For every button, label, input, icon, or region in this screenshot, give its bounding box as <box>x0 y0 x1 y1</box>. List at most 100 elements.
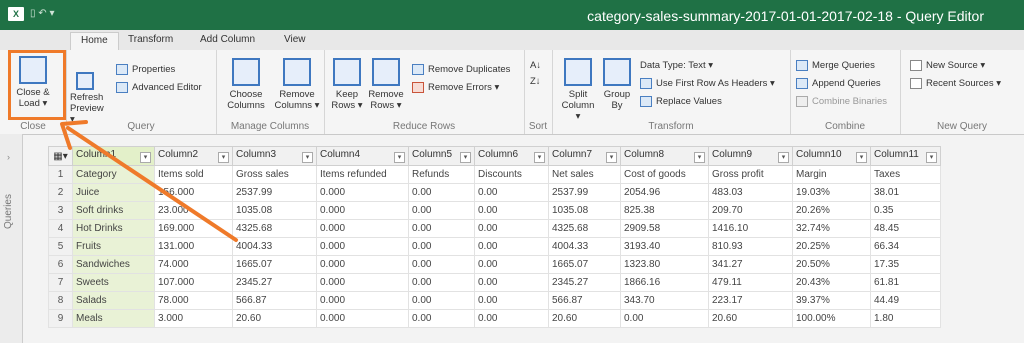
table-cell[interactable]: 4004.33 <box>232 237 317 256</box>
column-filter-dropdown-icon[interactable]: ▾ <box>394 152 405 163</box>
column-filter-dropdown-icon[interactable]: ▾ <box>534 152 545 163</box>
row-number[interactable]: 1 <box>48 165 73 184</box>
tab-home[interactable]: Home <box>70 32 119 50</box>
table-cell[interactable]: Sweets <box>72 273 155 292</box>
append-queries-button[interactable]: Append Queries <box>796 78 881 89</box>
table-cell[interactable]: 20.50% <box>792 255 871 274</box>
table-cell[interactable]: Sandwiches <box>72 255 155 274</box>
tab-transform[interactable]: Transform <box>128 34 173 45</box>
table-cell[interactable]: 66.34 <box>870 237 941 256</box>
table-cell[interactable]: 17.35 <box>870 255 941 274</box>
table-cell[interactable]: 566.87 <box>548 291 621 310</box>
table-cell[interactable]: 0.00 <box>408 183 475 202</box>
table-cell[interactable]: 0.00 <box>474 309 549 328</box>
table-cell[interactable]: 566.87 <box>232 291 317 310</box>
queries-pane[interactable]: › Queries <box>0 134 23 343</box>
table-cell[interactable]: 107.000 <box>154 273 233 292</box>
column-header[interactable]: Column4 ▾ <box>316 146 409 166</box>
table-row[interactable]: 1 Category Items sold Gross sales Items refu… <box>48 165 941 184</box>
table-cell[interactable]: 1.80 <box>870 309 941 328</box>
row-number[interactable]: 4 <box>48 219 73 238</box>
column-filter-dropdown-icon[interactable]: ▾ <box>606 152 617 163</box>
table-cell[interactable]: Gross profit <box>708 165 793 184</box>
table-cell[interactable]: 0.000 <box>316 237 409 256</box>
table-cell[interactable]: 20.43% <box>792 273 871 292</box>
table-cell[interactable]: 810.93 <box>708 237 793 256</box>
table-cell[interactable]: 74.000 <box>154 255 233 274</box>
table-cell[interactable]: 0.000 <box>316 291 409 310</box>
table-cell[interactable]: 1035.08 <box>548 201 621 220</box>
table-cell[interactable]: 0.00 <box>408 201 475 220</box>
table-cell[interactable]: 0.000 <box>316 309 409 328</box>
column-header[interactable]: Column5 ▾ <box>408 146 475 166</box>
group-by-button[interactable]: Group By <box>600 58 634 111</box>
recent-sources-button[interactable]: Recent Sources ▾ <box>910 78 1001 89</box>
properties-button[interactable]: Properties <box>116 64 175 75</box>
table-cell[interactable]: 3193.40 <box>620 237 709 256</box>
table-cell[interactable]: Salads <box>72 291 155 310</box>
table-cell[interactable]: 4325.68 <box>548 219 621 238</box>
table-cell[interactable]: 131.000 <box>154 237 233 256</box>
table-cell[interactable]: 0.00 <box>408 219 475 238</box>
combine-binaries-button[interactable]: Combine Binaries <box>796 96 887 107</box>
table-cell[interactable]: Taxes <box>870 165 941 184</box>
table-cell[interactable]: 100.00% <box>792 309 871 328</box>
table-cell[interactable]: 156.000 <box>154 183 233 202</box>
table-cell[interactable]: 0.00 <box>474 273 549 292</box>
column-filter-dropdown-icon[interactable]: ▾ <box>460 152 471 163</box>
sort-descending-button[interactable]: Z↓ <box>530 76 541 87</box>
table-cell[interactable]: 0.000 <box>316 273 409 292</box>
column-header[interactable]: Column11 ▾ <box>870 146 941 166</box>
table-cell[interactable]: 19.03% <box>792 183 871 202</box>
remove-errors-button[interactable]: Remove Errors ▾ <box>412 82 499 93</box>
use-first-row-headers-button[interactable]: Use First Row As Headers ▾ <box>640 78 775 89</box>
table-cell[interactable]: 1035.08 <box>232 201 317 220</box>
table-cell[interactable]: 0.00 <box>474 219 549 238</box>
table-cell[interactable]: 2909.58 <box>620 219 709 238</box>
remove-columns-button[interactable]: Remove Columns ▾ <box>272 58 322 111</box>
remove-rows-button[interactable]: Remove Rows ▾ <box>366 58 406 111</box>
table-row[interactable]: 2 Juice 156.000 2537.99 0.000 0.00 0.00 2537.99… <box>48 183 941 202</box>
replace-values-button[interactable]: Replace Values <box>640 96 722 107</box>
table-cell[interactable]: 479.11 <box>708 273 793 292</box>
row-number[interactable]: 8 <box>48 291 73 310</box>
tab-add-column[interactable]: Add Column <box>200 34 255 45</box>
table-cell[interactable]: 2345.27 <box>548 273 621 292</box>
table-cell[interactable]: 3.000 <box>154 309 233 328</box>
remove-duplicates-button[interactable]: Remove Duplicates <box>412 64 510 75</box>
table-cell[interactable]: 0.000 <box>316 219 409 238</box>
row-number[interactable]: 2 <box>48 183 73 202</box>
table-cell[interactable]: Meals <box>72 309 155 328</box>
table-cell[interactable]: Refunds <box>408 165 475 184</box>
table-cell[interactable]: 0.35 <box>870 201 941 220</box>
table-cell[interactable]: 0.000 <box>316 183 409 202</box>
table-cell[interactable]: 61.81 <box>870 273 941 292</box>
table-cell[interactable]: 0.00 <box>408 255 475 274</box>
table-cell[interactable]: Items refunded <box>316 165 409 184</box>
table-cell[interactable]: 169.000 <box>154 219 233 238</box>
tab-view[interactable]: View <box>284 34 306 45</box>
table-cell[interactable]: 4325.68 <box>232 219 317 238</box>
table-cell[interactable]: 38.01 <box>870 183 941 202</box>
table-cell[interactable]: 44.49 <box>870 291 941 310</box>
table-cell[interactable]: 78.000 <box>154 291 233 310</box>
table-cell[interactable]: 2537.99 <box>232 183 317 202</box>
row-number[interactable]: 6 <box>48 255 73 274</box>
table-cell[interactable]: 2537.99 <box>548 183 621 202</box>
column-filter-dropdown-icon[interactable]: ▾ <box>778 152 789 163</box>
table-row[interactable]: 7 Sweets 107.000 2345.27 0.000 0.00 0.00 2345.2… <box>48 273 941 292</box>
table-row[interactable]: 4 Hot Drinks 169.000 4325.68 0.000 0.00 0.00 43… <box>48 219 941 238</box>
expand-queries-chevron-icon[interactable]: › <box>7 152 10 162</box>
table-cell[interactable]: 825.38 <box>620 201 709 220</box>
row-number[interactable]: 5 <box>48 237 73 256</box>
table-cell[interactable]: 23.000 <box>154 201 233 220</box>
table-cell[interactable]: 20.60 <box>548 309 621 328</box>
column-header[interactable]: Column1 ▾ <box>72 146 155 166</box>
table-row[interactable]: 5 Fruits 131.000 4004.33 0.000 0.00 0.00 4004.3… <box>48 237 941 256</box>
table-cell[interactable]: Category <box>72 165 155 184</box>
table-cell[interactable]: 2345.27 <box>232 273 317 292</box>
column-filter-dropdown-icon[interactable]: ▾ <box>694 152 705 163</box>
table-cell[interactable]: 1665.07 <box>232 255 317 274</box>
split-column-button[interactable]: Split Column ▾ <box>558 58 598 122</box>
table-cell[interactable]: 0.00 <box>408 309 475 328</box>
